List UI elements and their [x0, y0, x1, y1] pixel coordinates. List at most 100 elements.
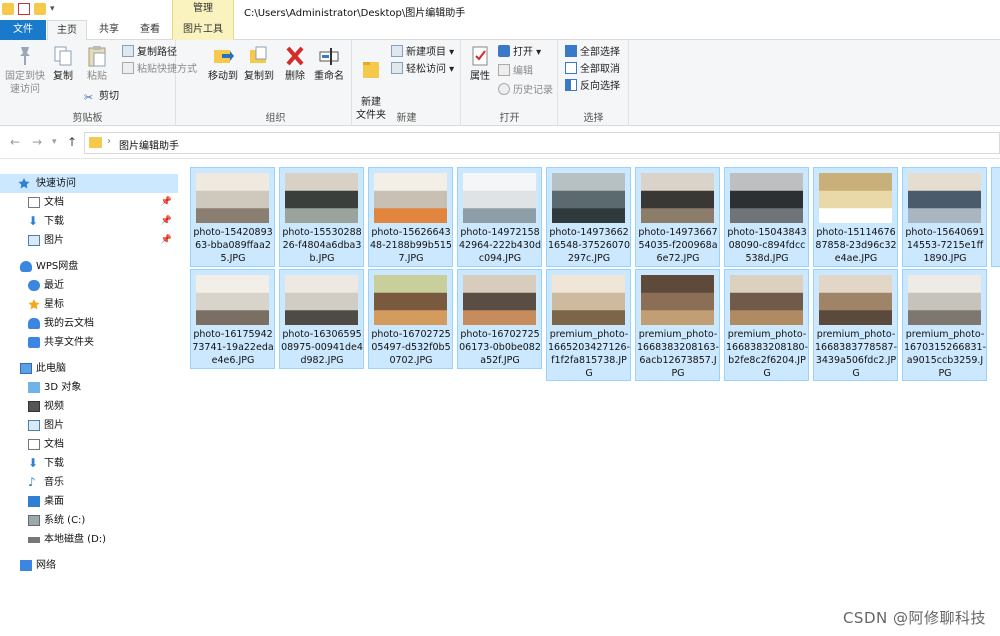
file-name: photo-1564069114553-7215e1ff1890.JPG: [905, 227, 985, 264]
file-item[interactable]: photo-1670272505497-d532f0b50702.JPG: [368, 269, 453, 369]
qat-dropdown-icon[interactable]: ▾: [50, 3, 58, 15]
sidebar-item-shared-folder[interactable]: 共享文件夹: [0, 333, 178, 352]
recent-locations-icon[interactable]: ▾: [52, 137, 57, 147]
tab-picture-tools[interactable]: 图片工具: [172, 20, 234, 40]
file-item-partial[interactable]: [991, 167, 1000, 267]
sidebar-item-label: 最近: [44, 280, 64, 291]
window-title: C:\Users\Administrator\Desktop\图片编辑助手: [244, 8, 466, 19]
sidebar-item-downloads-pc[interactable]: ⬇ 下载: [0, 454, 178, 473]
sidebar-item-label: 系统 (C:): [44, 515, 86, 526]
file-item[interactable]: photo-1497366216548-37526070297c.JPG: [546, 167, 631, 267]
file-item[interactable]: photo-1670272506173-0b0be082a52f.JPG: [457, 269, 542, 369]
file-item[interactable]: premium_photo-1665203427126-f1f2fa815738…: [546, 269, 631, 381]
file-item[interactable]: premium_photo-1668383208163-6acb12673857…: [635, 269, 720, 381]
desktop-icon: [28, 496, 40, 507]
sidebar-item-pictures-pc[interactable]: 图片: [0, 416, 178, 435]
file-item[interactable]: photo-1562664348-2188b99b5157.JPG: [368, 167, 453, 267]
file-item[interactable]: photo-1497215842964-222b430dc094.JPG: [457, 167, 542, 267]
file-item[interactable]: premium_photo-1670315266831-a9015ccb3259…: [902, 269, 987, 381]
file-name: premium_photo-1668383208180-b2fe8c2f6204…: [726, 329, 809, 379]
image-thumbnail: [908, 275, 981, 325]
sidebar-item-downloads[interactable]: ⬇ 下载 📌: [0, 212, 178, 231]
star-icon: [18, 178, 30, 189]
sidebar-item-network[interactable]: 网络: [0, 556, 178, 575]
copy-to-button[interactable]: 复制到: [242, 44, 276, 83]
copy-button[interactable]: 复制: [48, 44, 78, 83]
file-item[interactable]: photo-1553028826-f4804a6dba3b.JPG: [279, 167, 364, 267]
tab-file[interactable]: 文件: [0, 20, 46, 40]
easy-access-icon: [391, 62, 403, 74]
breadcrumb[interactable]: 图片编辑助手: [119, 137, 179, 152]
tab-share[interactable]: 共享: [90, 20, 128, 40]
cut-button[interactable]: ✂ 剪切: [84, 89, 119, 105]
image-thumbnail: [374, 275, 447, 325]
copy-path-button[interactable]: 复制路径: [122, 45, 177, 61]
sidebar-item-pictures[interactable]: 图片 📌: [0, 231, 178, 250]
tab-home[interactable]: 主页: [47, 20, 87, 41]
new-folder-icon[interactable]: [34, 3, 46, 15]
pin-quick-access-button[interactable]: 固定到快 速访问: [4, 44, 46, 96]
back-arrow-icon[interactable]: ←: [10, 135, 20, 149]
history-button[interactable]: 历史记录: [498, 83, 553, 99]
sidebar-item-system-c[interactable]: 系统 (C:): [0, 511, 178, 530]
easy-access-button[interactable]: 轻松访问 ▾: [391, 62, 454, 78]
file-item[interactable]: photo-1564069114553-7215e1ff1890.JPG: [902, 167, 987, 267]
invert-selection-button[interactable]: 反向选择: [565, 79, 620, 95]
file-item[interactable]: photo-1497366754035-f200968a6e72.JPG: [635, 167, 720, 267]
sidebar-item-documents[interactable]: 文档 📌: [0, 193, 178, 212]
file-item[interactable]: premium_photo-1668383208180-b2fe8c2f6204…: [724, 269, 809, 381]
file-item[interactable]: photo-1617594273741-19a22edae4e6.JPG: [190, 269, 275, 369]
file-item[interactable]: premium_photo-1668383778587-3439a506fdc2…: [813, 269, 898, 381]
open-group: 属性 打开 ▾ 编辑 历史记录 打开: [462, 40, 558, 126]
select-all-button[interactable]: 全部选择: [565, 45, 620, 61]
file-item[interactable]: photo-1504384308090-c894fdcc538d.JPG: [724, 167, 809, 267]
sidebar-item-label: 我的云文档: [44, 318, 94, 329]
sidebar-item-desktop[interactable]: 桌面: [0, 492, 178, 511]
forward-arrow-icon[interactable]: →: [32, 135, 42, 149]
file-item[interactable]: photo-1542089363-bba089ffaa25.JPG: [190, 167, 275, 267]
tab-view[interactable]: 查看: [130, 20, 170, 40]
sidebar-item-label: 文档: [44, 439, 64, 450]
address-bar[interactable]: › 图片编辑助手: [84, 132, 1000, 154]
file-name: premium_photo-1665203427126-f1f2fa815738…: [548, 329, 631, 379]
new-item-button[interactable]: 新建项目 ▾: [391, 45, 454, 61]
image-thumbnail: [730, 173, 803, 223]
image-thumbnail: [730, 275, 803, 325]
ribbon: 固定到快 速访问 复制 粘贴 复制路径 粘贴快捷方式 ✂ 剪切 剪贴板 移动到 …: [0, 40, 1000, 126]
sidebar-item-3d-objects[interactable]: 3D 对象: [0, 378, 178, 397]
paste-shortcut-button[interactable]: 粘贴快捷方式: [122, 62, 197, 78]
up-arrow-icon[interactable]: ↑: [67, 135, 77, 149]
breadcrumb-chevron-icon[interactable]: ›: [107, 136, 111, 147]
file-item[interactable]: photo-1630659508975-00941de4d982.JPG: [279, 269, 364, 369]
select-group: 全部选择 全部取消 反向选择 选择: [559, 40, 629, 126]
sidebar-item-quick-access[interactable]: 快速访问: [0, 174, 178, 193]
file-name: photo-1670272506173-0b0be082a52f.JPG: [459, 329, 541, 366]
sidebar-item-music[interactable]: ♪ 音乐: [0, 473, 178, 492]
sidebar-item-starred[interactable]: 星标: [0, 295, 178, 314]
select-none-button[interactable]: 全部取消: [565, 62, 620, 78]
open-button[interactable]: 打开 ▾: [498, 45, 541, 61]
sidebar-item-this-pc[interactable]: 此电脑: [0, 359, 178, 378]
file-item[interactable]: photo-1511467687858-23d96c32e4ae.JPG: [813, 167, 898, 267]
copy-to-icon: [250, 46, 267, 63]
quick-access-toolbar: ▾: [2, 3, 58, 15]
sidebar-item-local-disk-d[interactable]: 本地磁盘 (D:): [0, 530, 178, 549]
move-to-button[interactable]: 移动到: [206, 44, 240, 83]
sidebar-item-recent[interactable]: 最近: [0, 276, 178, 295]
sidebar-item-label: 网络: [36, 560, 56, 571]
cut-label: 剪切: [99, 91, 119, 102]
properties-icon[interactable]: [18, 3, 30, 15]
sidebar-item-wps-cloud[interactable]: WPS网盘: [0, 257, 178, 276]
manage-tab[interactable]: 管理: [172, 0, 234, 20]
rename-button[interactable]: 重命名: [312, 44, 346, 83]
video-icon: [28, 401, 40, 412]
copy-path-icon: [122, 45, 134, 57]
sidebar-item-videos[interactable]: 视频: [0, 397, 178, 416]
sidebar-item-documents-pc[interactable]: 文档: [0, 435, 178, 454]
delete-button[interactable]: 删除: [284, 44, 306, 83]
edit-button[interactable]: 编辑: [498, 64, 533, 80]
paste-button[interactable]: 粘贴: [82, 44, 112, 83]
properties-button[interactable]: 属性: [466, 44, 494, 83]
sidebar-item-my-cloud-docs[interactable]: 我的云文档: [0, 314, 178, 333]
file-list: photo-1542089363-bba089ffaa25.JPG photo-1…: [180, 160, 1000, 636]
